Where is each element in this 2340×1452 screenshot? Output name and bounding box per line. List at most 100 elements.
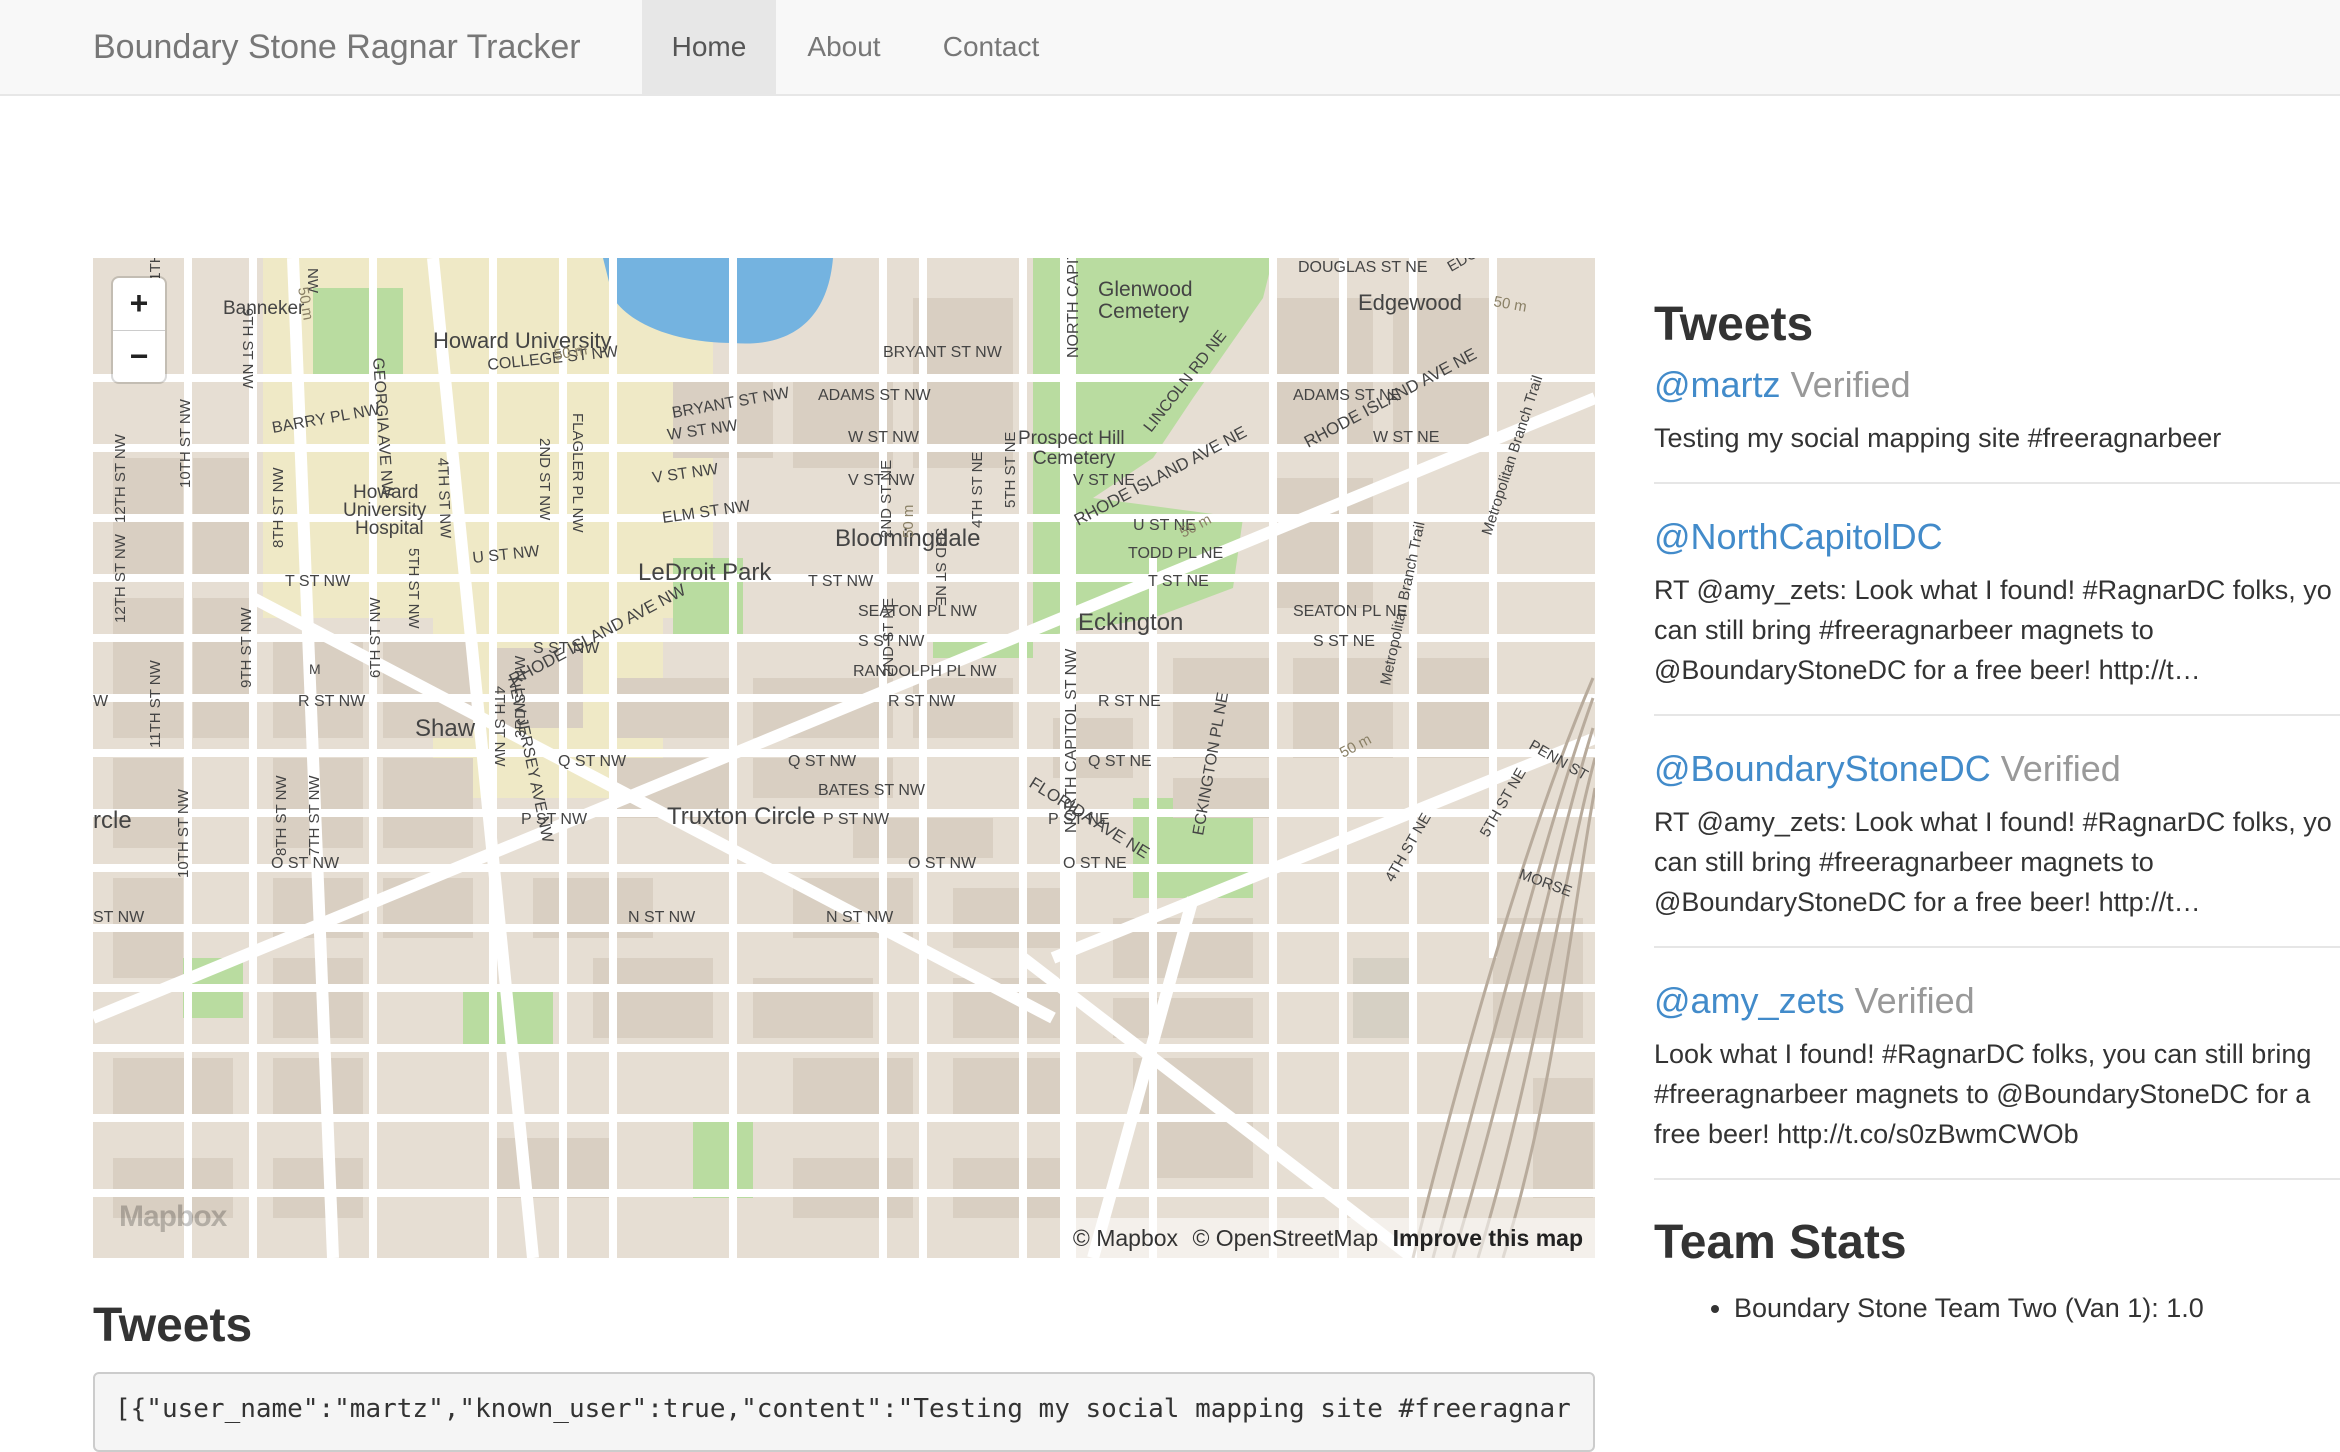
label-douglas-st: DOUGLAS ST NE bbox=[1298, 259, 1428, 276]
label-hospital-3: Hospital bbox=[355, 518, 424, 539]
label-r-st-2: R ST NW bbox=[888, 693, 956, 710]
label-8th-st-2: 8TH ST NW bbox=[273, 775, 290, 856]
label-q-st-2: Q ST NW bbox=[788, 753, 857, 770]
team-stat-item: Boundary Stone Team Two (Van 1): 1.0 bbox=[1734, 1288, 2340, 1328]
label-w-st-ne: W ST NE bbox=[1373, 429, 1439, 446]
tweet-item: @martz Verified Testing my social mappin… bbox=[1654, 360, 2340, 484]
improve-map-link[interactable]: Improve this map bbox=[1393, 1225, 1583, 1251]
label-2nd-st-ne: 2ND ST NE bbox=[878, 460, 895, 538]
label-11th-st: 11TH ST NW bbox=[147, 659, 164, 748]
elev-3: 50 m bbox=[1492, 293, 1528, 316]
label-q-st-ne: Q ST NE bbox=[1088, 753, 1152, 770]
label-s-st-ne: S ST NE bbox=[1313, 633, 1375, 650]
label-9th-st: 9TH ST NW bbox=[239, 308, 256, 389]
label-glenwood: Glenwood bbox=[1098, 278, 1193, 301]
elev-5: 50 m bbox=[900, 505, 917, 538]
zoom-control: + − bbox=[113, 278, 165, 382]
label-cemetery: Cemetery bbox=[1098, 300, 1190, 323]
label-p-st-2: P ST NW bbox=[823, 811, 890, 828]
label-prospect-cemetery: Cemetery bbox=[1033, 448, 1116, 469]
zoom-in-button[interactable]: + bbox=[113, 278, 165, 331]
label-n-st-3: ST NW bbox=[93, 909, 145, 926]
tweets-json-block: [{"user_name":"martz","known_user":true,… bbox=[93, 1372, 1595, 1452]
label-3rd-st: 3RD ST NW bbox=[512, 655, 529, 738]
tweet-text: Testing my social mapping site #freeragn… bbox=[1654, 423, 2222, 453]
label-todd-pl: TODD PL NE bbox=[1128, 545, 1223, 562]
label-t-st: T ST NW bbox=[285, 573, 351, 590]
label-4th-st: 4TH ST NW bbox=[434, 458, 454, 540]
verified-badge: Verified bbox=[1854, 980, 1975, 1021]
tweet-handle[interactable]: @BoundaryStoneDC bbox=[1654, 748, 1991, 789]
label-7th-st: 7TH ST NW bbox=[306, 775, 323, 856]
label-9th-st-2: 9TH ST NW bbox=[238, 607, 255, 688]
tweet-header: @martz Verified bbox=[1654, 360, 2340, 410]
label-n-st-2: N ST NW bbox=[826, 909, 894, 926]
label-8th-st: 8TH ST NW bbox=[270, 467, 287, 548]
attribution-mapbox[interactable]: © Mapbox bbox=[1073, 1225, 1178, 1251]
nav-about[interactable]: About bbox=[776, 0, 912, 94]
tweet-text: RT @amy_zets: Look what I found! #Ragnar… bbox=[1654, 807, 2332, 917]
label-metro-marker: M bbox=[309, 661, 321, 677]
label-flagler-pl: FLAGLER PL NW bbox=[569, 413, 586, 533]
label-truxton-circle: Truxton Circle bbox=[667, 803, 815, 830]
label-o-st-ne: O ST NE bbox=[1063, 855, 1127, 872]
sidebar: Tweets @martz Verified Testing my social… bbox=[1654, 290, 2340, 1328]
label-2nd-st-ne-2: 2ND ST NE bbox=[880, 598, 897, 676]
nav-home[interactable]: Home bbox=[642, 0, 776, 94]
mapbox-logo[interactable]: Mapbox bbox=[119, 1200, 227, 1234]
map[interactable]: Banneker Howard University COLLEGE ST NW… bbox=[93, 258, 1595, 1258]
team-stats-heading: Team Stats bbox=[1654, 1216, 1907, 1269]
label-adams-st: ADAMS ST NW bbox=[818, 387, 932, 404]
label-10th-st: 10TH ST NW bbox=[177, 398, 194, 488]
label-10th-st-2: 10TH ST NW bbox=[175, 788, 192, 878]
label-t-st-ne: T ST NE bbox=[1148, 573, 1209, 590]
tweet-header: @NorthCapitolDC bbox=[1654, 512, 2340, 562]
label-4th-st-ne: 4TH ST NE bbox=[969, 452, 986, 528]
label-prospect-hill: Prospect Hill bbox=[1018, 428, 1125, 449]
rail-yard bbox=[1353, 958, 1413, 1038]
map-canvas[interactable]: Banneker Howard University COLLEGE ST NW… bbox=[93, 258, 1595, 1258]
label-5th-st-ne: 5TH ST NE bbox=[1002, 432, 1019, 508]
banneker-park bbox=[313, 288, 403, 378]
label-p-st: P ST NW bbox=[521, 811, 588, 828]
verified-badge: Verified bbox=[2000, 748, 2121, 789]
label-circle: rcle bbox=[93, 807, 132, 834]
verified-badge: Verified bbox=[1790, 364, 1911, 405]
label-n-st: N ST NW bbox=[628, 909, 696, 926]
team-stats-list: Boundary Stone Team Two (Van 1): 1.0 bbox=[1654, 1288, 2340, 1328]
tweet-header: @BoundaryStoneDC Verified bbox=[1654, 744, 2340, 794]
tweets-heading: Tweets bbox=[93, 1299, 253, 1352]
map-attribution: © Mapbox © OpenStreetMap Improve this ma… bbox=[1060, 1218, 1595, 1258]
sidebar-tweets-heading: Tweets bbox=[1654, 298, 1814, 351]
label-6th-st: 6TH ST NW bbox=[367, 597, 384, 678]
tweet-header: @amy_zets Verified bbox=[1654, 976, 2340, 1026]
label-bryant-st-2: BRYANT ST NW bbox=[883, 344, 1003, 361]
label-5th-st: 5TH ST NW bbox=[405, 548, 422, 629]
attribution-osm[interactable]: © OpenStreetMap bbox=[1192, 1225, 1378, 1251]
nav-contact[interactable]: Contact bbox=[912, 0, 1070, 94]
label-north-capitol-top: NORTH CAPITOL bbox=[1065, 258, 1082, 358]
label-seaton-pl: SEATON PL NW bbox=[858, 603, 978, 620]
tweet-item: @BoundaryStoneDC Verified RT @amy_zets: … bbox=[1654, 744, 2340, 948]
zoom-out-button[interactable]: − bbox=[113, 331, 165, 383]
label-q-st: Q ST NW bbox=[558, 753, 627, 770]
tweet-handle[interactable]: @martz bbox=[1654, 364, 1781, 405]
label-w: W bbox=[93, 693, 109, 710]
label-12th-st-2: 12TH ST NW bbox=[112, 533, 129, 623]
label-t-st-2: T ST NW bbox=[808, 573, 874, 590]
label-r-st: R ST NW bbox=[298, 693, 366, 710]
label-ledroit-park: LeDroit Park bbox=[638, 559, 772, 586]
tweet-handle[interactable]: @NorthCapitolDC bbox=[1654, 516, 1943, 557]
label-w-st-2: W ST NW bbox=[848, 429, 920, 446]
label-north-capitol: NORTH CAPITOL ST NW bbox=[1063, 648, 1080, 833]
label-4th-st-2: 4TH ST NW bbox=[491, 686, 508, 767]
brand-link[interactable]: Boundary Stone Ragnar Tracker bbox=[93, 0, 581, 94]
tweet-text: RT @amy_zets: Look what I found! #Ragnar… bbox=[1654, 575, 2332, 685]
label-12th-st: 12TH ST NW bbox=[112, 433, 129, 523]
tweet-item: @amy_zets Verified Look what I found! #R… bbox=[1654, 976, 2340, 1180]
label-eckington: Eckington bbox=[1078, 609, 1183, 636]
label-o-st-2: O ST NW bbox=[908, 855, 977, 872]
label-bates-st: BATES ST NW bbox=[818, 782, 926, 799]
tweet-handle[interactable]: @amy_zets bbox=[1654, 980, 1845, 1021]
label-seaton-pl-ne: SEATON PL NE bbox=[1293, 603, 1407, 620]
